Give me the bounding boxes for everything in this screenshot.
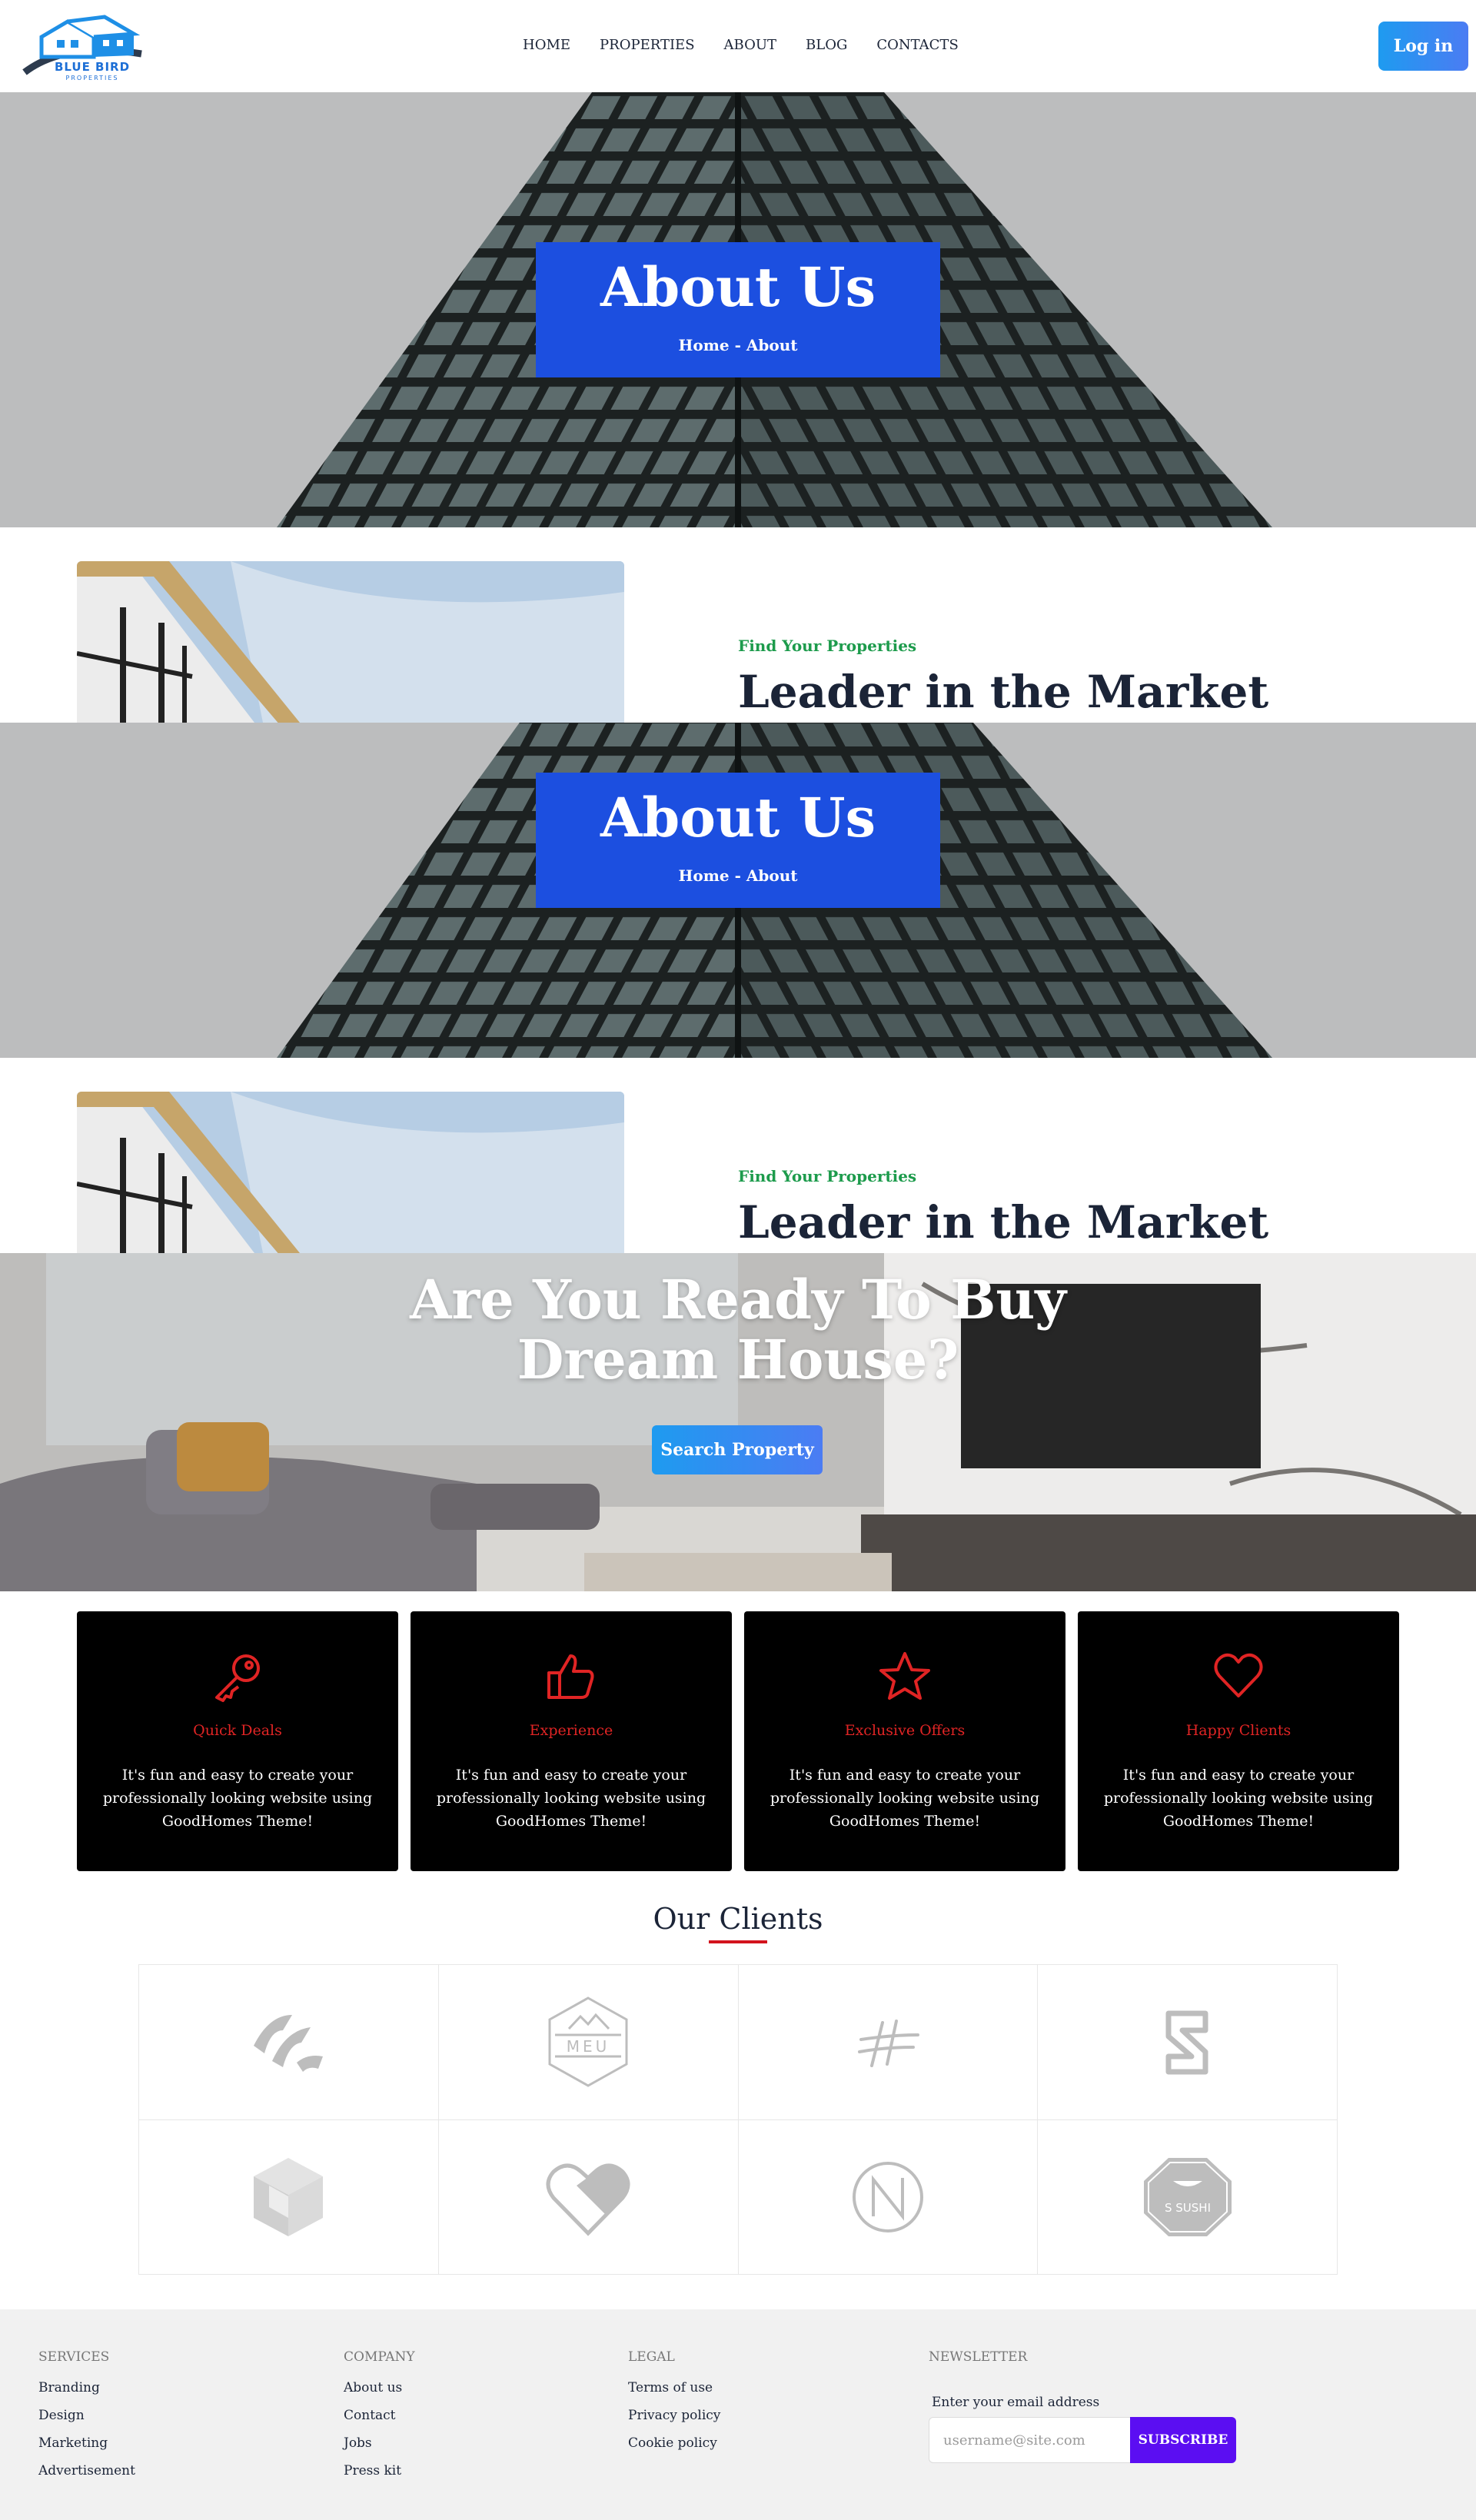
footer-company: COMPANY About us Contact Jobs Press kit (344, 2349, 415, 2491)
clients-grid: MEU S SUSHI (138, 1964, 1338, 2275)
logo-text: BLUE BIRD (54, 60, 131, 74)
heart-pill-logo-icon (546, 2163, 630, 2236)
cta-heading: Are You Ready To Buy Dream House? (410, 1268, 1066, 1391)
clients-heading: Our Clients (653, 1902, 823, 1936)
search-property-button[interactable]: Search Property (652, 1425, 823, 1474)
site-footer: SERVICES Branding Design Marketing Adver… (0, 2309, 1476, 2520)
client-logo-cell[interactable] (139, 2119, 439, 2275)
find-properties-label: Find Your Properties (738, 1167, 917, 1185)
hero-title-box: About Us Home - About (536, 773, 940, 908)
breadcrumb[interactable]: Home - About (536, 866, 940, 885)
nav-about[interactable]: ABOUT (724, 37, 777, 53)
newsletter-label: Enter your email address (932, 2395, 1100, 2410)
footer-link[interactable]: Contact (344, 2408, 415, 2423)
email-input[interactable] (929, 2417, 1130, 2463)
feature-card: Quick Deals It's fun and easy to create … (77, 1611, 398, 1871)
about-building-image (77, 561, 624, 723)
feature-card: Exclusive Offers It's fun and easy to cr… (744, 1611, 1065, 1871)
hero-title-box: About Us Home - About (536, 242, 940, 377)
feature-card: Experience It's fun and easy to create y… (411, 1611, 732, 1871)
feature-card: Happy Clients It's fun and easy to creat… (1078, 1611, 1399, 1871)
footer-heading: SERVICES (38, 2349, 110, 2365)
client-logo-cell[interactable]: MEU (438, 1965, 739, 2120)
footer-link[interactable]: Terms of use (628, 2380, 720, 2395)
cube-logo-icon (254, 2157, 324, 2236)
about-section-repeat: Find Your Properties Leader in the Marke… (0, 1058, 1476, 1253)
client-logo-text: S SUSHI (1165, 2201, 1211, 2215)
mountain-badge-logo-icon: MEU (548, 1996, 628, 2087)
about-section: Find Your Properties Leader in the Marke… (0, 527, 1476, 723)
client-logo-cell[interactable] (1038, 1965, 1338, 2120)
feature-text: It's fun and easy to create your profess… (1103, 1767, 1374, 1830)
cta-banner: Are You Ready To Buy Dream House? Search… (0, 1253, 1476, 1591)
feature-title: Quick Deals (193, 1722, 282, 1739)
footer-link[interactable]: Branding (38, 2380, 135, 2395)
thumbs-up-icon (547, 1654, 594, 1699)
site-header: BLUE BIRD PROPERTIES HOME PROPERTIES ABO… (0, 0, 1476, 92)
client-logo-cell[interactable] (139, 1965, 439, 2120)
client-logo-cell[interactable] (438, 2119, 739, 2275)
feature-text: It's fun and easy to create your profess… (102, 1767, 373, 1830)
feature-title: Happy Clients (1185, 1722, 1292, 1739)
page-title: About Us (600, 255, 876, 319)
footer-link[interactable]: Cookie policy (628, 2435, 720, 2451)
footer-services: SERVICES Branding Design Marketing Adver… (38, 2349, 135, 2491)
hero-banner-repeat: About Us Home - About (0, 723, 1476, 1058)
newsletter-form: SUBSCRIBE (929, 2417, 1236, 2463)
nav-properties[interactable]: PROPERTIES (600, 37, 695, 53)
clients-heading-underline (709, 1940, 767, 1943)
footer-link[interactable]: Design (38, 2408, 135, 2423)
client-logo-cell[interactable] (738, 2119, 1039, 2275)
footer-heading: LEGAL (628, 2349, 675, 2365)
feature-title: Experience (529, 1722, 613, 1739)
nav-blog[interactable]: BLOG (806, 37, 847, 53)
breadcrumb[interactable]: Home - About (536, 336, 940, 354)
footer-link[interactable]: Jobs (344, 2435, 415, 2451)
swoosh-logo-icon (254, 2015, 324, 2073)
star-icon (879, 1652, 930, 1700)
client-logo-cell[interactable] (738, 1965, 1039, 2120)
logo-subtext: PROPERTIES (65, 75, 119, 81)
feature-title: Exclusive Offers (844, 1722, 966, 1739)
footer-newsletter: NEWSLETTER (929, 2349, 1027, 2380)
about-heading: Leader in the Market (738, 1196, 1269, 1248)
about-building-image (77, 1092, 624, 1253)
nav-home[interactable]: HOME (523, 37, 570, 53)
about-heading: Leader in the Market (738, 666, 1269, 718)
footer-legal: LEGAL Terms of use Privacy policy Cookie… (628, 2349, 720, 2463)
footer-heading: NEWSLETTER (929, 2349, 1028, 2365)
heart-icon (1214, 1653, 1263, 1697)
key-icon (215, 1654, 260, 1702)
footer-link[interactable]: Privacy policy (628, 2408, 720, 2423)
feature-text: It's fun and easy to create your profess… (770, 1767, 1040, 1830)
features-row: Quick Deals It's fun and easy to create … (77, 1611, 1399, 1871)
main-nav: HOME PROPERTIES ABOUT BLOG CONTACTS (523, 37, 959, 53)
client-logo-text: MEU (567, 2037, 610, 2056)
nav-contacts[interactable]: CONTACTS (876, 37, 958, 53)
find-properties-label: Find Your Properties (738, 637, 917, 655)
page-title: About Us (600, 786, 876, 849)
sushi-badge-logo-icon: S SUSHI (1143, 2157, 1232, 2236)
login-button[interactable]: Log in (1378, 22, 1468, 71)
footer-link[interactable]: About us (344, 2380, 415, 2395)
footer-heading: COMPANY (344, 2349, 415, 2365)
subscribe-button[interactable]: SUBSCRIBE (1130, 2417, 1236, 2463)
footer-link[interactable]: Press kit (344, 2463, 415, 2478)
client-logo-cell[interactable]: S SUSHI (1038, 2119, 1338, 2275)
footer-link[interactable]: Marketing (38, 2435, 135, 2451)
hero-banner: About Us Home - About (0, 92, 1476, 527)
shield-s-logo-icon (1165, 2010, 1208, 2075)
hashtag-logo-icon (857, 2020, 919, 2068)
circle-n-logo-icon (852, 2161, 923, 2232)
feature-text: It's fun and easy to create your profess… (436, 1767, 706, 1830)
footer-link[interactable]: Advertisement (38, 2463, 135, 2478)
